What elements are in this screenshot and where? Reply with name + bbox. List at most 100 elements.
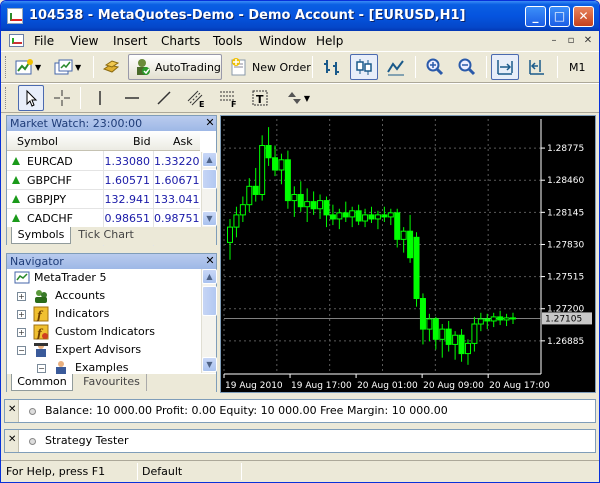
gold-bars-icon <box>101 57 121 77</box>
new-order-icon <box>229 57 249 77</box>
menu-help[interactable]: Help <box>316 34 343 48</box>
scroll-down-icon[interactable]: ▼ <box>202 211 217 226</box>
line-studies-toolbar: E F T ▼ <box>1 83 599 113</box>
collapse-icon[interactable]: − <box>37 364 46 373</box>
nav-item-expert-advisors[interactable]: − Expert Advisors <box>7 341 203 359</box>
nav-item-accounts[interactable]: + Accounts <box>7 287 203 305</box>
new-chart-button[interactable]: ▼ <box>13 54 49 80</box>
zoom-in-button[interactable] <box>421 54 449 80</box>
market-watch-scrollbar[interactable]: ▲ ▼ <box>201 152 217 227</box>
tab-common[interactable]: Common <box>11 374 73 391</box>
vertical-line-button[interactable] <box>87 85 113 111</box>
svg-text:T: T <box>256 93 264 106</box>
nav-label: MetaTrader 5 <box>34 271 107 284</box>
trendline-button[interactable] <box>151 85 177 111</box>
menu-file[interactable]: File <box>34 34 54 48</box>
collapse-icon[interactable]: − <box>17 346 26 355</box>
scroll-up-icon[interactable]: ▲ <box>202 269 217 284</box>
price-chart[interactable]: 1.28775 1.28460 1.28145 1.27830 1.27515 1.272… <box>220 115 596 393</box>
navigator-close-icon[interactable]: ✕ <box>204 255 216 267</box>
candle-body <box>503 317 510 321</box>
text-button[interactable]: T <box>247 85 273 111</box>
tester-close-icon[interactable]: ✕ <box>8 434 16 445</box>
scroll-down-icon[interactable]: ▼ <box>202 357 217 372</box>
nav-item-metatrader[interactable]: MetaTrader 5 <box>7 269 203 287</box>
candle-body <box>374 214 381 220</box>
bar-chart-button[interactable] <box>318 54 346 80</box>
chart-window-icon[interactable] <box>9 34 24 47</box>
arrows-button[interactable]: ▼ <box>279 85 315 111</box>
mdi-close-icon[interactable]: ✕ <box>582 35 594 47</box>
nav-item-indicators[interactable]: + f Indicators <box>7 305 203 323</box>
column-symbol[interactable]: Symbol <box>17 135 58 148</box>
timeframe-m1[interactable]: M1 <box>569 61 586 74</box>
market-watch-row[interactable]: GBPJPY 132.941 133.041 <box>7 190 200 209</box>
crosshair-button[interactable] <box>49 85 75 111</box>
y-tick-label: 1.28775 <box>547 144 584 154</box>
tab-symbols[interactable]: Symbols <box>11 227 71 244</box>
navigator-scrollbar[interactable]: ▲ ▼ <box>201 269 217 373</box>
toolbar-grip[interactable] <box>5 56 8 78</box>
mdi-minimize-icon[interactable]: – <box>548 35 560 47</box>
tab-favourites[interactable]: Favourites <box>77 374 147 391</box>
candle-body <box>355 210 362 222</box>
menu-charts[interactable]: Charts <box>161 34 200 48</box>
autotrading-label: AutoTrading <box>155 60 221 74</box>
profiles-button[interactable]: ▼ <box>53 54 89 80</box>
market-watch-row[interactable]: CADCHF 0.98651 0.98751 <box>7 209 200 228</box>
column-bid[interactable]: Bid <box>133 135 151 148</box>
menu-view[interactable]: View <box>70 34 98 48</box>
nav-label: Examples <box>75 361 129 374</box>
strategy-tester-panel: ✕ Strategy Tester <box>4 429 596 453</box>
menu-window[interactable]: Window <box>259 34 306 48</box>
close-button[interactable]: ✕ <box>573 6 594 27</box>
nav-item-custom-indicators[interactable]: + f Custom Indicators <box>7 323 203 341</box>
minimize-button[interactable]: _ <box>525 6 546 27</box>
new-order-label: New Order <box>252 60 311 74</box>
balance-summary: Balance: 10 000.00 Profit: 0.00 Equity: … <box>45 404 448 417</box>
market-watch-row[interactable]: EURCAD 1.33080 1.33220 <box>7 152 200 171</box>
column-ask[interactable]: Ask <box>173 135 193 148</box>
candlestick-chart-button[interactable] <box>350 54 378 80</box>
expand-icon[interactable]: + <box>17 328 26 337</box>
expand-icon[interactable]: + <box>17 310 26 319</box>
fibonacci-button[interactable]: F <box>215 85 241 111</box>
mdi-restore-icon[interactable]: ▫ <box>565 35 577 47</box>
symbol-cell: EURCAD <box>27 155 73 168</box>
standard-toolbar: ▼ ▼ AutoTrading New Order M1 <box>1 51 599 83</box>
market-watch-button[interactable] <box>98 54 124 80</box>
line-chart-button[interactable] <box>382 54 410 80</box>
equidistant-channel-button[interactable]: E <box>183 85 209 111</box>
candle-body <box>471 323 478 344</box>
chart-shift-button[interactable] <box>523 54 551 80</box>
market-watch-close-icon[interactable]: ✕ <box>204 117 216 129</box>
autotrading-button[interactable]: AutoTrading <box>128 54 222 80</box>
menu-tools[interactable]: Tools <box>213 34 243 48</box>
svg-text:E: E <box>199 100 204 108</box>
trendline-icon <box>154 88 174 108</box>
toolbox-close-icon[interactable]: ✕ <box>8 404 16 415</box>
toolbar-grip[interactable] <box>5 87 8 109</box>
scroll-thumb[interactable] <box>202 169 217 189</box>
chart-canvas[interactable]: 1.287751.284601.281451.278301.275151.272… <box>221 116 595 392</box>
menu-insert[interactable]: Insert <box>113 34 147 48</box>
tester-grip[interactable]: ✕ <box>5 430 19 452</box>
scroll-thumb[interactable] <box>202 286 217 316</box>
symbol-cell: GBPJPY <box>27 193 67 206</box>
market-watch-row[interactable]: GBPCHF 1.60571 1.60671 <box>7 171 200 190</box>
status-bar: For Help, press F1 Default <box>1 460 599 482</box>
autoscroll-button[interactable] <box>491 54 519 80</box>
candle-body <box>329 214 336 220</box>
tab-tick-chart[interactable]: Tick Chart <box>75 227 137 244</box>
scroll-up-icon[interactable]: ▲ <box>202 152 217 167</box>
candle-body <box>510 317 516 320</box>
zoom-out-button[interactable] <box>453 54 481 80</box>
nav-label: Expert Advisors <box>55 343 142 356</box>
new-order-button[interactable]: New Order <box>225 54 311 80</box>
cursor-button[interactable] <box>18 85 44 111</box>
horizontal-line-button[interactable] <box>119 85 145 111</box>
toolbox-grip[interactable]: ✕ <box>5 400 19 422</box>
expand-icon[interactable]: + <box>17 292 26 301</box>
maximize-button[interactable]: □ <box>549 6 570 27</box>
title-bar[interactable]: 104538 - MetaQuotes-Demo - Demo Account … <box>1 1 599 31</box>
